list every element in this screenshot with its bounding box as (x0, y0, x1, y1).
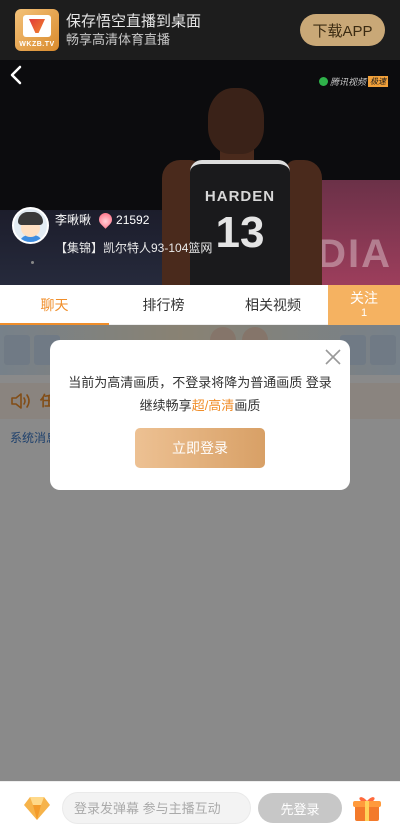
tab-ranking[interactable]: 排行榜 (109, 285, 218, 325)
banner-subtitle: 畅享高清体育直播 (66, 31, 171, 47)
app-logo: WKZB.TV (15, 9, 59, 51)
anchor-name: 李啾啾 (55, 213, 92, 227)
dialog-message-highlight: 超/高清 (191, 398, 235, 413)
dialog-message: 当前为高清画质，不登录将降为普通画质 登录继续畅享超/高清画质 (63, 371, 337, 417)
follow-label: 关注 (350, 290, 378, 306)
tab-chat[interactable]: 聊天 (0, 285, 109, 325)
diamond-icon[interactable] (22, 793, 52, 823)
back-arrow-icon[interactable] (6, 64, 28, 86)
dialog-message-end: 画质 (234, 398, 261, 413)
close-icon[interactable] (324, 348, 342, 366)
app-download-banner: WKZB.TV 保存悟空直播到桌面 畅享高清体育直播 下载APP (0, 0, 400, 60)
danmu-input[interactable] (62, 792, 251, 824)
follow-count: 1 (360, 307, 368, 319)
watermark-badge: 极速 (368, 76, 388, 87)
banner-title: 保存悟空直播到桌面 (66, 12, 202, 30)
jersey-name: HARDEN (204, 188, 276, 205)
play-logo-icon (318, 77, 328, 86)
tab-bar: 聊天 排行榜 相关视频 关注 1 (0, 285, 400, 325)
download-app-button[interactable]: 下载APP (300, 14, 385, 46)
video-player[interactable]: DIA HARDEN 13 腾讯视频 极速 李啾啾 21592 【集锦】凯尔特人… (0, 60, 400, 285)
heat-count: 21592 (116, 212, 150, 227)
watermark-text: 腾讯视频 (329, 77, 366, 87)
gift-icon[interactable] (351, 792, 383, 824)
bottom-input-bar: 先登录 (0, 781, 400, 834)
progress-indicator (31, 261, 34, 264)
anchor-info: 李啾啾 21592 【集锦】凯尔特人93-104篮网 (12, 207, 212, 256)
login-first-button[interactable]: 先登录 (258, 793, 342, 823)
login-now-button[interactable]: 立即登录 (135, 428, 265, 468)
tab-related-videos[interactable]: 相关视频 (218, 285, 328, 325)
follow-button[interactable]: 关注 1 (328, 285, 400, 325)
tencent-video-watermark: 腾讯视频 极速 (318, 75, 388, 88)
login-prompt-dialog: 当前为高清画质，不登录将降为普通画质 登录继续畅享超/高清画质 立即登录 (50, 340, 350, 490)
anchor-avatar[interactable] (12, 207, 49, 244)
app-logo-text: WKZB.TV (19, 41, 55, 48)
heat-flame-icon (96, 210, 115, 229)
video-title: 【集锦】凯尔特人93-104篮网 (55, 241, 213, 255)
